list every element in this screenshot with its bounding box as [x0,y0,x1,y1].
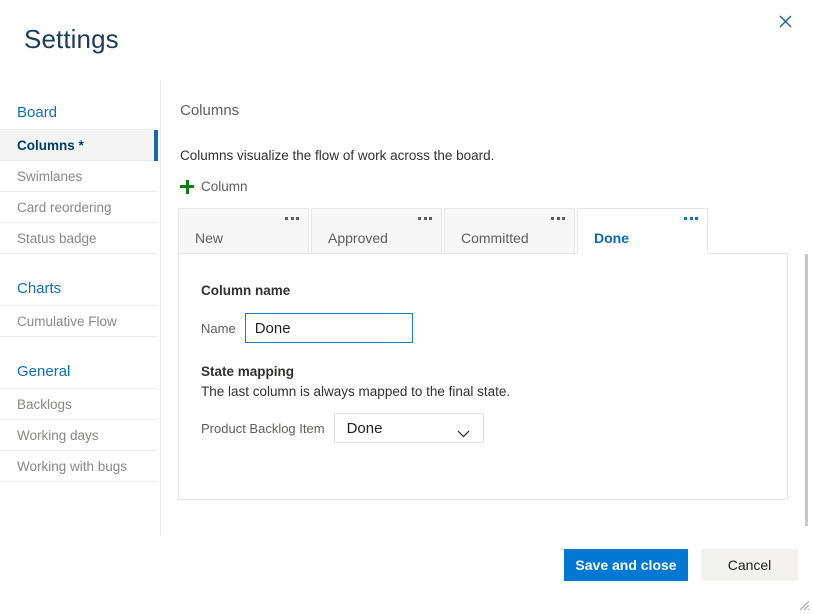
sidebar-spacer [0,254,157,272]
more-options-icon[interactable] [285,217,299,220]
sidebar-item-card-reordering[interactable]: Card reordering [0,192,157,223]
tab-committed[interactable]: Committed [444,208,575,254]
close-icon [779,15,792,28]
state-mapping-note: The last column is always mapped to the … [201,384,510,399]
sidebar-item-columns[interactable]: Columns * [0,130,157,161]
tab-label: Approved [328,230,388,246]
sidebar-item-label: Working days [17,428,99,443]
sidebar-spacer [0,337,157,355]
chevron-down-icon [457,425,470,443]
sidebar-group-charts: Charts [0,272,157,306]
sidebar-item-label: Working with bugs [17,459,127,474]
tab-approved[interactable]: Approved [311,208,442,254]
save-and-close-button[interactable]: Save and close [564,549,688,581]
column-name-input[interactable] [245,313,413,343]
tab-label: New [195,230,223,246]
content-description: Columns visualize the flow of work acros… [180,148,494,163]
mapping-field-label: Product Backlog Item [201,421,325,436]
column-name-heading: Column name [201,283,290,298]
column-tabs: New Approved Committed Done [178,208,708,254]
more-options-icon[interactable] [418,217,432,220]
column-settings-panel: Column name Name State mapping The last … [178,253,788,500]
state-mapping-select[interactable]: Done [334,413,484,443]
settings-content: Columns Columns visualize the flow of wo… [161,80,813,535]
state-mapping-row: Product Backlog Item Done [201,413,484,443]
sidebar-item-label: Cumulative Flow [17,314,117,329]
content-scrollbar-thumb[interactable] [805,254,808,526]
page-title: Settings [24,24,119,55]
sidebar-item-label: Swimlanes [17,169,82,184]
sidebar-item-label: Status badge [17,231,97,246]
sidebar-item-status-badge[interactable]: Status badge [0,223,157,254]
add-column-label: Column [201,179,248,194]
settings-sidebar: Board Columns * Swimlanes Card reorderin… [0,80,161,535]
resize-grip[interactable] [796,597,810,611]
state-mapping-value: Done [335,420,383,437]
add-column-button[interactable]: Column [180,179,248,194]
tab-label: Committed [461,230,529,246]
tab-label: Done [594,230,629,246]
tab-done[interactable]: Done [577,208,708,254]
sidebar-item-working-days[interactable]: Working days [0,420,157,451]
sidebar-item-working-with-bugs[interactable]: Working with bugs [0,451,157,482]
cancel-button[interactable]: Cancel [701,549,798,581]
more-options-icon[interactable] [684,217,698,220]
dialog-body: Board Columns * Swimlanes Card reorderin… [0,80,813,535]
sidebar-item-label: Card reordering [17,200,112,215]
sidebar-group-board: Board [0,96,157,130]
close-button[interactable] [769,5,801,37]
settings-dialog: Settings Board Columns * Swimlanes Card … [0,0,813,614]
more-options-icon[interactable] [551,217,565,220]
name-field-label: Name [201,321,236,336]
state-mapping-heading: State mapping [201,364,294,379]
dialog-header: Settings [0,0,813,80]
dialog-footer: Save and close Cancel [0,535,813,614]
name-field-row: Name [201,313,413,343]
sidebar-item-backlogs[interactable]: Backlogs [0,389,157,420]
sidebar-item-label: Columns * [17,138,84,153]
sidebar-item-swimlanes[interactable]: Swimlanes [0,161,157,192]
sidebar-item-cumulative-flow[interactable]: Cumulative Flow [0,306,157,337]
plus-icon [180,180,194,194]
sidebar-item-label: Backlogs [17,397,72,412]
tab-new[interactable]: New [178,208,309,254]
content-heading: Columns [180,102,239,119]
sidebar-group-general: General [0,355,157,389]
